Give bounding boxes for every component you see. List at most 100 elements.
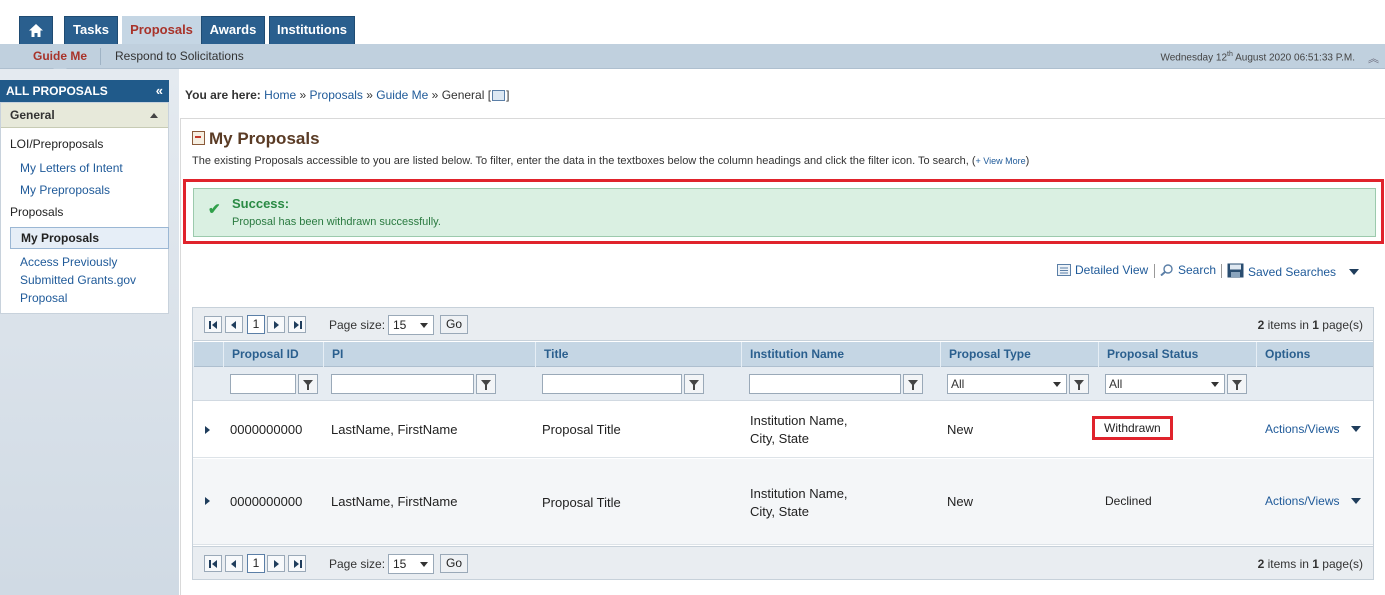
- sidebar-item-my-preproposals[interactable]: My Preproposals: [20, 181, 110, 199]
- home-icon: [29, 24, 43, 37]
- filter-pi-input[interactable]: [331, 374, 474, 394]
- detailed-view-link[interactable]: Detailed View: [1057, 263, 1148, 277]
- sidebar-panel: General LOI/Preproposals My Letters of I…: [0, 102, 169, 314]
- print-icon[interactable]: [492, 90, 506, 101]
- cell-proposal-type: New: [947, 422, 974, 437]
- filter-proposal-id-input[interactable]: [230, 374, 296, 394]
- cell-proposal-status: Declined: [1105, 494, 1152, 508]
- header-institution-name[interactable]: Institution Name: [741, 342, 940, 367]
- search-icon: [1160, 264, 1173, 276]
- cell-institution-line2: City, State: [750, 504, 810, 519]
- top-navigation: Tasks Proposals Awards Institutions: [0, 0, 1385, 44]
- previous-page-button[interactable]: [225, 316, 243, 333]
- proposals-grid: 1 Page size: 15 Go 2 items in 1 page(s) …: [192, 307, 1374, 580]
- status-badge-withdrawn: Withdrawn: [1092, 416, 1173, 440]
- expand-row-icon[interactable]: [205, 426, 210, 434]
- cell-title: Proposal Title: [542, 422, 621, 437]
- filter-proposal-type-select[interactable]: All: [947, 374, 1067, 394]
- header-proposal-status[interactable]: Proposal Status: [1098, 342, 1256, 367]
- subnav-respond-to-solicitations[interactable]: Respond to Solicitations: [115, 49, 244, 63]
- page-number-button[interactable]: 1: [247, 315, 265, 334]
- home-tab[interactable]: [19, 16, 53, 44]
- grid-header: Proposal ID PI Title Institution Name Pr…: [193, 342, 1373, 367]
- actions-dropdown-icon[interactable]: [1351, 426, 1361, 432]
- sidebar-item-my-letters-of-intent[interactable]: My Letters of Intent: [20, 159, 123, 177]
- filter-icon[interactable]: [903, 374, 923, 394]
- sidebar-item-access-previously-line3[interactable]: Proposal: [20, 289, 67, 307]
- filter-icon[interactable]: [476, 374, 496, 394]
- tab-institutions[interactable]: Institutions: [269, 16, 355, 44]
- header-proposal-id[interactable]: Proposal ID: [223, 342, 323, 367]
- proposal-document-icon: [192, 131, 205, 145]
- header-title[interactable]: Title: [535, 342, 741, 367]
- tab-proposals[interactable]: Proposals: [122, 16, 201, 44]
- collapse-sidebar-icon[interactable]: «: [156, 80, 163, 102]
- breadcrumb-home[interactable]: Home: [264, 88, 296, 102]
- cell-proposal-id: 0000000000: [230, 422, 303, 437]
- go-button[interactable]: Go: [440, 315, 468, 334]
- tab-awards[interactable]: Awards: [201, 16, 265, 44]
- view-more-link[interactable]: + View More: [975, 156, 1025, 166]
- page-title-text: My Proposals: [209, 129, 320, 148]
- sidebar-group-label: General: [10, 108, 55, 122]
- detailed-view-icon: [1057, 264, 1071, 276]
- first-page-button[interactable]: [204, 316, 222, 333]
- filter-icon[interactable]: [1227, 374, 1247, 394]
- breadcrumb-separator: »: [366, 88, 373, 102]
- expand-row-icon[interactable]: [205, 497, 210, 505]
- pager-top: 1 Page size: 15 Go 2 items in 1 page(s): [193, 308, 1373, 341]
- sidebar: ALL PROPOSALS « General LOI/Preproposals…: [0, 69, 179, 595]
- cell-pi: LastName, FirstName: [331, 422, 458, 437]
- saved-searches-link[interactable]: Saved Searches: [1227, 263, 1336, 279]
- saved-searches-dropdown-icon[interactable]: [1349, 269, 1359, 275]
- header-proposal-type[interactable]: Proposal Type: [940, 342, 1098, 367]
- next-page-button[interactable]: [267, 316, 285, 333]
- breadcrumb-proposals[interactable]: Proposals: [310, 88, 363, 102]
- last-page-button[interactable]: [288, 555, 306, 572]
- success-message: ✔ Success: Proposal has been withdrawn s…: [193, 188, 1376, 237]
- filter-proposal-status-select[interactable]: All: [1105, 374, 1225, 394]
- filter-icon[interactable]: [684, 374, 704, 394]
- filter-icon[interactable]: [298, 374, 318, 394]
- sidebar-item-access-previously-line2[interactable]: Submitted Grants.gov: [20, 271, 136, 289]
- sidebar-item-access-previously-line1[interactable]: Access Previously: [20, 253, 117, 271]
- actions-views-link[interactable]: Actions/Views: [1265, 422, 1339, 436]
- caret-up-icon: [150, 113, 158, 118]
- page-size-select[interactable]: 15: [388, 315, 434, 335]
- save-disk-icon: [1227, 263, 1244, 278]
- subnav-guide-me[interactable]: Guide Me: [33, 49, 87, 63]
- collapse-header-icon[interactable]: ︽: [1368, 50, 1379, 66]
- success-title: Success:: [232, 196, 290, 211]
- page-number-button[interactable]: 1: [247, 554, 265, 573]
- go-button[interactable]: Go: [440, 554, 468, 573]
- page-size-label: Page size:: [329, 318, 386, 332]
- filter-institution-input[interactable]: [749, 374, 901, 394]
- breadcrumb: You are here: Home » Proposals » Guide M…: [185, 88, 509, 102]
- pager-info: 2 items in 1 page(s): [1257, 557, 1363, 571]
- breadcrumb-separator: »: [299, 88, 307, 102]
- breadcrumb-guide-me[interactable]: Guide Me: [376, 88, 428, 102]
- tab-tasks[interactable]: Tasks: [64, 16, 118, 44]
- page-intro: The existing Proposals accessible to you…: [192, 155, 1029, 167]
- actions-views-link[interactable]: Actions/Views: [1265, 494, 1339, 508]
- filter-icon[interactable]: [1069, 374, 1089, 394]
- breadcrumb-current: General [: [441, 88, 492, 102]
- sidebar-group-general[interactable]: General: [1, 103, 168, 128]
- success-text: Proposal has been withdrawn successfully…: [232, 216, 441, 228]
- filter-title-input[interactable]: [542, 374, 682, 394]
- previous-page-button[interactable]: [225, 555, 243, 572]
- actions-dropdown-icon[interactable]: [1351, 498, 1361, 504]
- search-link[interactable]: Search: [1160, 263, 1216, 277]
- page-size-select[interactable]: 15: [388, 554, 434, 574]
- saved-searches-label: Saved Searches: [1248, 265, 1337, 279]
- sidebar-item-my-proposals[interactable]: My Proposals: [10, 227, 169, 249]
- header-pi[interactable]: PI: [323, 342, 535, 367]
- first-page-button[interactable]: [204, 555, 222, 572]
- last-page-button[interactable]: [288, 316, 306, 333]
- cell-proposal-id: 0000000000: [230, 494, 303, 509]
- cell-institution-line2: City, State: [750, 431, 810, 446]
- breadcrumb-prefix: You are here:: [185, 88, 261, 102]
- detailed-view-label: Detailed View: [1075, 263, 1149, 277]
- next-page-button[interactable]: [267, 555, 285, 572]
- cell-proposal-type: New: [947, 494, 974, 509]
